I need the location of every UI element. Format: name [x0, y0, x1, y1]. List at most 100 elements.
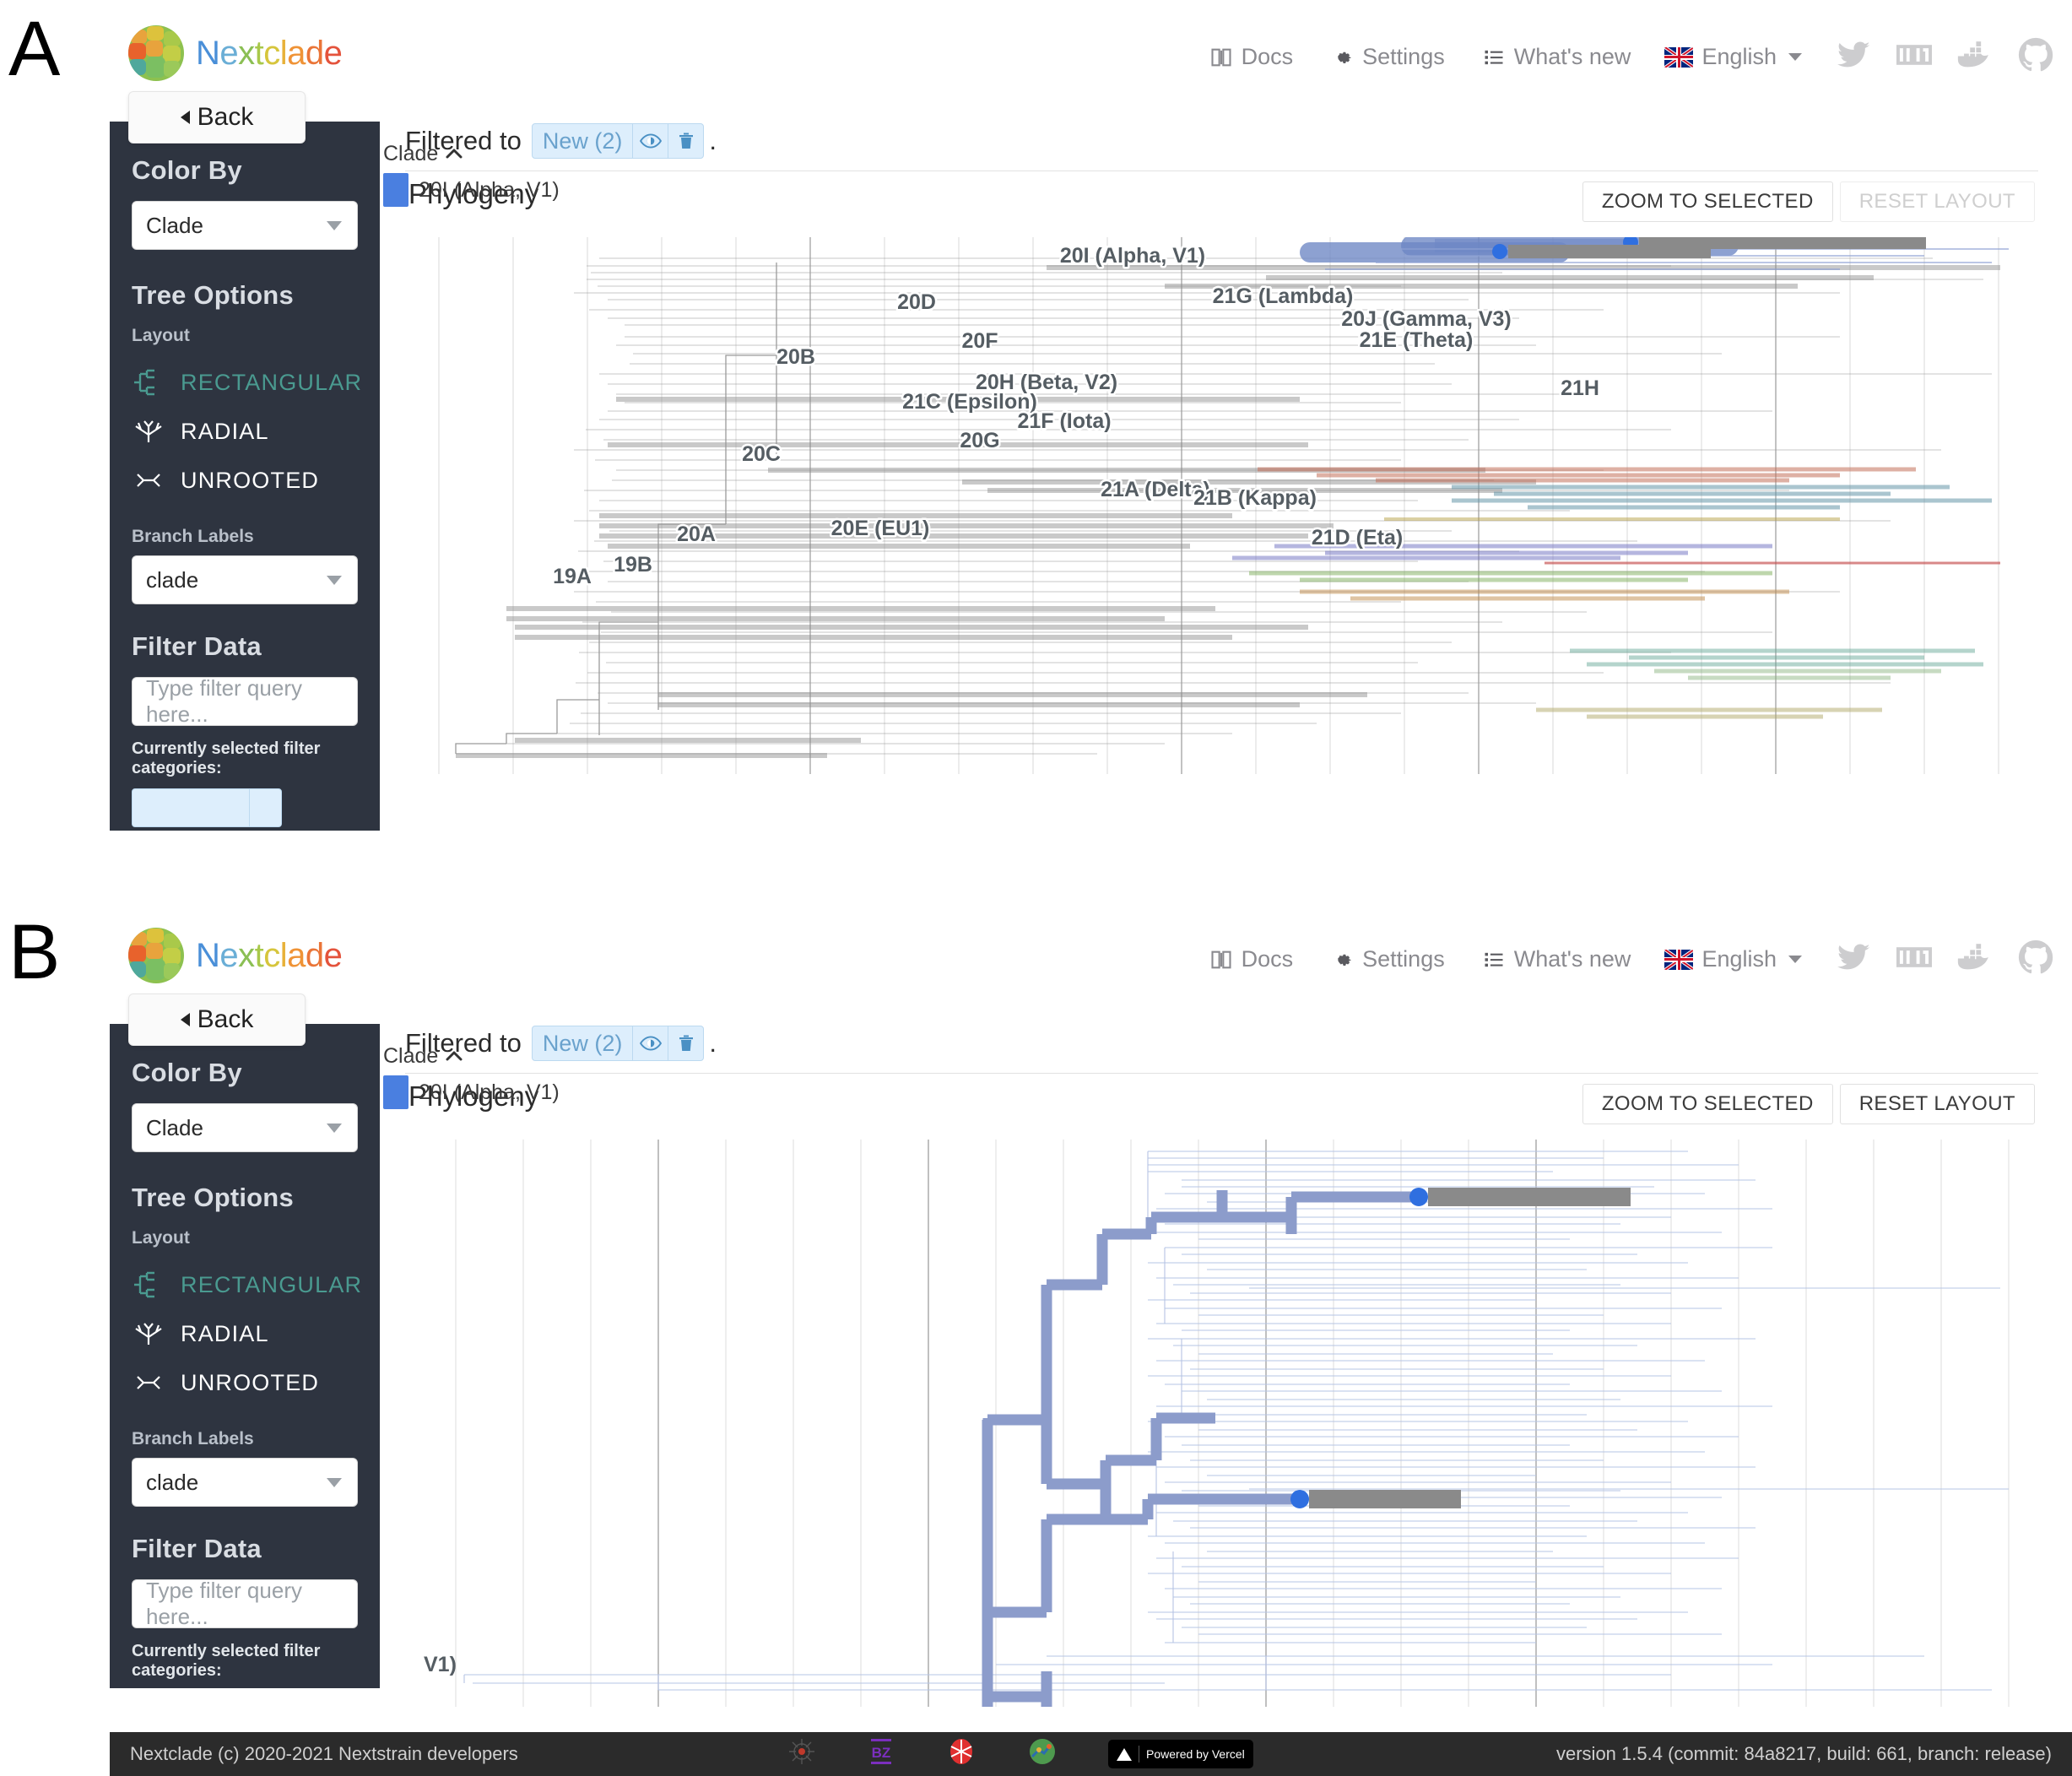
main-content: Filtered to New (2) . Phylogeny ZOOM TO … — [380, 1000, 2072, 1732]
nav-docs[interactable]: Docs — [1191, 44, 1312, 70]
layout-option-rectangular[interactable]: RECTANGULAR — [132, 1260, 361, 1309]
nextclade-logo-icon — [128, 928, 184, 983]
github-icon[interactable] — [2018, 37, 2053, 77]
legend-item-20i[interactable]: 20I (Alpha, V1) — [383, 173, 560, 207]
tree-buttons: ZOOM TO SELECTED RESET LAYOUT — [1582, 181, 2035, 222]
swiss-institute-icon[interactable] — [946, 1736, 976, 1772]
chevron-down-icon — [327, 1477, 342, 1487]
nav-language-selector[interactable]: English — [1649, 44, 1810, 70]
panel-label-b: B — [8, 909, 61, 995]
reset-layout-button[interactable]: RESET LAYOUT — [1839, 181, 2035, 222]
vercel-triangle-icon — [1117, 1747, 1133, 1761]
nextclade-logo-icon — [128, 25, 184, 81]
chevron-left-icon — [180, 111, 190, 124]
svg-text:21F (Iota): 21F (Iota) — [1017, 409, 1111, 433]
color-by-select[interactable]: Clade — [132, 1103, 358, 1152]
layout-option-rectangular[interactable]: RECTANGULAR — [132, 358, 361, 407]
workspace: Color By Clade Tree Options Layout RECTA… — [110, 98, 2072, 831]
filter-data-heading: Filter Data — [132, 631, 262, 661]
trash-icon[interactable] — [668, 1026, 703, 1060]
panel-label-a: A — [8, 6, 61, 92]
filter-query-input[interactable]: Type filter query here... — [132, 1578, 358, 1629]
sidebar: Color By Clade Tree Options Layout RECTA… — [110, 122, 380, 831]
nextclade-app-panel-b: Nextclade Docs Settings What's new Engli… — [110, 916, 2072, 1776]
bz-icon[interactable]: BZ — [867, 1736, 895, 1772]
navbar-links: Docs Settings What's new English — [1191, 939, 2053, 979]
back-button[interactable]: Back — [128, 994, 306, 1046]
gear-icon — [1330, 948, 1354, 972]
chevron-down-icon — [327, 1123, 342, 1133]
twitter-icon[interactable] — [1836, 940, 1873, 978]
zoom-to-selected-button[interactable]: ZOOM TO SELECTED — [1582, 181, 1833, 222]
chevron-down-icon — [327, 575, 342, 585]
nav-language-selector[interactable]: English — [1649, 946, 1810, 972]
legend-title-row[interactable]: Clade — [383, 142, 560, 166]
trash-icon[interactable] — [668, 124, 703, 158]
social-links — [1836, 939, 2053, 979]
twitter-icon[interactable] — [1836, 38, 1873, 76]
svg-text:20B: 20B — [776, 345, 815, 369]
selected-filter-chip-remove[interactable] — [249, 789, 281, 826]
phylogeny-header: Phylogeny ZOOM TO SELECTED RESET LAYOUT — [405, 1074, 2038, 1140]
brand[interactable]: Nextclade — [128, 25, 343, 81]
layout-option-radial-label: RADIAL — [181, 418, 269, 444]
layout-option-unrooted[interactable]: UNROOTED — [132, 1358, 358, 1407]
svg-text:21G (Lambda): 21G (Lambda) — [1213, 284, 1354, 308]
chevron-down-icon — [327, 220, 342, 230]
npm-icon[interactable] — [1896, 44, 1932, 70]
eye-icon[interactable] — [632, 124, 668, 158]
back-button[interactable]: Back — [128, 91, 306, 143]
nav-docs[interactable]: Docs — [1191, 946, 1312, 972]
svg-text:19B: 19B — [614, 553, 652, 577]
selected-filter-chip-label — [133, 789, 249, 826]
docker-icon[interactable] — [1956, 942, 1994, 977]
npm-icon[interactable] — [1896, 946, 1932, 972]
color-by-value: Clade — [146, 1114, 203, 1140]
clade-legend: Clade 20I (Alpha, V1) — [383, 1044, 560, 1109]
navbar: Nextclade Docs Settings What's new Engli… — [110, 14, 2072, 98]
nextclade-app-panel-a: Nextclade Docs Settings What's new Engli… — [110, 14, 2072, 831]
nav-settings[interactable]: Settings — [1312, 44, 1463, 70]
biozentrum-icon[interactable] — [787, 1737, 816, 1771]
filter-data-heading: Filter Data — [132, 1534, 262, 1563]
book-icon — [1209, 948, 1233, 972]
color-by-select[interactable]: Clade — [132, 201, 358, 250]
legend-swatch — [383, 1075, 408, 1109]
github-icon[interactable] — [2018, 939, 2053, 979]
chevron-down-icon — [1788, 956, 1802, 963]
chevron-down-icon — [1788, 53, 1802, 61]
phylogeny-tree-a[interactable]: 20I (Alpha, V1) 21G (Lambda) 20D 20J (Ga… — [405, 237, 2038, 774]
nav-settings[interactable]: Settings — [1312, 946, 1463, 972]
layout-list: RECTANGULAR RADIAL UNROOTED — [132, 1260, 361, 1407]
nav-whats-new[interactable]: What's new — [1463, 44, 1650, 70]
svg-text:20C: 20C — [742, 442, 781, 466]
branch-labels-select[interactable]: clade — [132, 555, 358, 604]
branch-labels-select[interactable]: clade — [132, 1458, 358, 1507]
legend-title-row[interactable]: Clade — [383, 1044, 560, 1069]
vercel-icon[interactable]: Powered by Vercel — [1108, 1740, 1253, 1768]
svg-text:20F: 20F — [961, 329, 998, 353]
docker-icon[interactable] — [1956, 40, 1994, 74]
legend-swatch — [383, 173, 408, 207]
nextstrain-icon[interactable] — [1027, 1736, 1058, 1772]
color-by-heading: Color By — [132, 1058, 242, 1087]
nav-whats-new-label: What's new — [1513, 946, 1631, 972]
filter-query-input[interactable]: Type filter query here... — [132, 675, 358, 727]
eye-icon[interactable] — [632, 1026, 668, 1060]
social-links — [1836, 37, 2053, 77]
layout-option-radial[interactable]: RADIAL — [132, 407, 358, 456]
workspace: Color By Clade Tree Options Layout RECTA… — [110, 1000, 2072, 1732]
zoom-to-selected-button[interactable]: ZOOM TO SELECTED — [1582, 1084, 1833, 1124]
filtered-to-bar: Filtered to New (2) . — [405, 122, 2038, 160]
phylogeny-tree-b[interactable]: V1) — [405, 1140, 2038, 1707]
layout-option-radial[interactable]: RADIAL — [132, 1309, 358, 1358]
brand[interactable]: Nextclade — [128, 928, 343, 983]
nav-docs-label: Docs — [1241, 44, 1294, 69]
reset-layout-button[interactable]: RESET LAYOUT — [1839, 1084, 2035, 1124]
nav-whats-new[interactable]: What's new — [1463, 946, 1650, 972]
svg-text:20J (Gamma, V3): 20J (Gamma, V3) — [1341, 307, 1512, 331]
layout-option-unrooted[interactable]: UNROOTED — [132, 456, 358, 505]
selected-filter-chip[interactable] — [132, 788, 282, 827]
tree-options-heading: Tree Options — [132, 280, 294, 310]
legend-item-20i[interactable]: 20I (Alpha, V1) — [383, 1075, 560, 1109]
